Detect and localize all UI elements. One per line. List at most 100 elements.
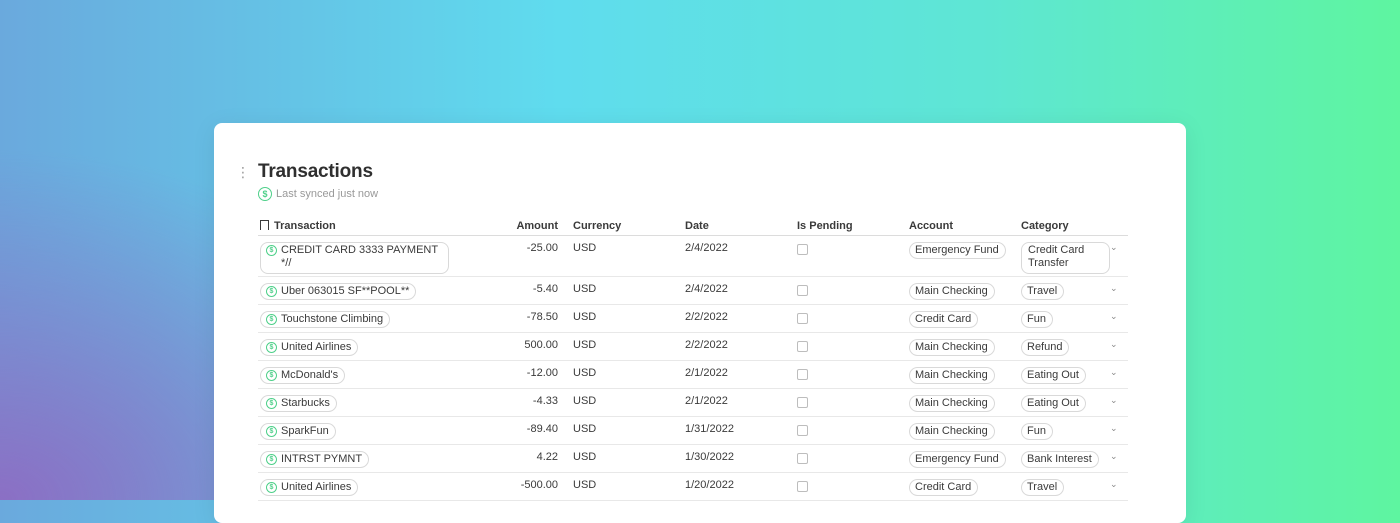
- column-header-account[interactable]: Account: [909, 220, 953, 232]
- transaction-cell[interactable]: $ Uber 063015 SF**POOL**: [260, 283, 417, 300]
- account-pill[interactable]: Credit Card: [909, 311, 979, 328]
- transaction-cell[interactable]: $ McDonald's: [260, 367, 346, 384]
- account-cell[interactable]: Main Checking: [909, 339, 995, 356]
- is-pending-checkbox[interactable]: [797, 341, 808, 352]
- account-cell[interactable]: Main Checking: [909, 423, 995, 440]
- account-pill[interactable]: Emergency Fund: [909, 451, 1006, 468]
- transaction-cell[interactable]: $ SparkFun: [260, 423, 336, 440]
- chevron-down-icon[interactable]: ⌄: [1110, 423, 1118, 434]
- table-row[interactable]: $ McDonald's -12.00 USD 2/1/2022 Main Checkin…: [258, 361, 1128, 389]
- transaction-cell[interactable]: $ United Airlines: [260, 339, 359, 356]
- sync-dollar-icon: $: [266, 245, 277, 256]
- account-cell[interactable]: Emergency Fund: [909, 451, 1006, 468]
- amount-cell: -25.00: [526, 242, 558, 254]
- transaction-cell[interactable]: $ Touchstone Climbing: [260, 311, 391, 328]
- date-cell: 2/1/2022: [685, 395, 728, 407]
- category-pill[interactable]: Refund: [1021, 339, 1070, 356]
- chevron-down-icon[interactable]: ⌄: [1110, 311, 1118, 322]
- category-pill[interactable]: Eating Out: [1021, 395, 1086, 412]
- category-cell[interactable]: Refund: [1021, 339, 1070, 356]
- column-header-category[interactable]: Category: [1021, 220, 1069, 232]
- category-cell[interactable]: Eating Out: [1021, 395, 1086, 412]
- column-header-date[interactable]: Date: [685, 220, 709, 232]
- transaction-cell[interactable]: $ CREDIT CARD 3333 PAYMENT *//: [260, 242, 449, 274]
- category-pill[interactable]: Travel: [1021, 479, 1065, 496]
- transaction-cell[interactable]: $ INTRST PYMNT: [260, 451, 370, 468]
- category-pill[interactable]: Eating Out: [1021, 367, 1086, 384]
- is-pending-checkbox[interactable]: [797, 244, 808, 255]
- account-pill[interactable]: Main Checking: [909, 283, 995, 300]
- category-pill[interactable]: Fun: [1021, 423, 1053, 440]
- category-cell[interactable]: Credit Card Transfer: [1021, 242, 1110, 274]
- transaction-pill[interactable]: $ McDonald's: [260, 367, 346, 384]
- account-pill[interactable]: Emergency Fund: [909, 242, 1006, 259]
- chevron-down-icon[interactable]: ⌄: [1110, 242, 1118, 253]
- sync-dollar-icon: $: [266, 286, 277, 297]
- transaction-pill[interactable]: $ United Airlines: [260, 339, 359, 356]
- column-header-amount[interactable]: Amount: [448, 220, 558, 232]
- category-cell[interactable]: Travel: [1021, 479, 1065, 496]
- account-pill[interactable]: Main Checking: [909, 339, 995, 356]
- sync-dollar-icon: $: [266, 370, 277, 381]
- table-row[interactable]: $ CREDIT CARD 3333 PAYMENT *// -25.00 USD 2/…: [258, 236, 1128, 277]
- transaction-pill[interactable]: $ Touchstone Climbing: [260, 311, 391, 328]
- chevron-down-icon[interactable]: ⌄: [1110, 367, 1118, 378]
- is-pending-checkbox[interactable]: [797, 313, 808, 324]
- column-header-transaction[interactable]: Transaction: [260, 220, 336, 232]
- table-row[interactable]: $ Touchstone Climbing -78.50 USD 2/2/2022 Cre…: [258, 305, 1128, 333]
- table-row[interactable]: $ United Airlines 500.00 USD 2/2/2022 Main Ch…: [258, 333, 1128, 361]
- drag-handle-icon[interactable]: ⋮: [236, 165, 250, 181]
- is-pending-checkbox[interactable]: [797, 285, 808, 296]
- column-header-is-pending[interactable]: Is Pending: [797, 220, 853, 232]
- date-cell: 2/2/2022: [685, 311, 728, 323]
- table-row[interactable]: $ Uber 063015 SF**POOL** -5.40 USD 2/4/2022 M…: [258, 277, 1128, 305]
- transaction-pill[interactable]: $ INTRST PYMNT: [260, 451, 370, 468]
- table-row[interactable]: $ INTRST PYMNT 4.22 USD 1/30/2022 Emergency F…: [258, 445, 1128, 473]
- is-pending-checkbox[interactable]: [797, 369, 808, 380]
- is-pending-checkbox[interactable]: [797, 397, 808, 408]
- account-cell[interactable]: Main Checking: [909, 367, 995, 384]
- category-pill[interactable]: Bank Interest: [1021, 451, 1099, 468]
- category-cell[interactable]: Travel: [1021, 283, 1065, 300]
- transaction-cell[interactable]: $ Starbucks: [260, 395, 337, 412]
- category-pill[interactable]: Fun: [1021, 311, 1053, 328]
- is-pending-checkbox[interactable]: [797, 425, 808, 436]
- chevron-down-icon[interactable]: ⌄: [1110, 479, 1118, 490]
- account-pill[interactable]: Main Checking: [909, 423, 995, 440]
- table-row[interactable]: $ SparkFun -89.40 USD 1/31/2022 Main Checking…: [258, 417, 1128, 445]
- category-cell[interactable]: Bank Interest: [1021, 451, 1099, 468]
- category-cell[interactable]: Fun: [1021, 423, 1053, 440]
- is-pending-cell: [797, 242, 808, 258]
- account-cell[interactable]: Credit Card: [909, 311, 979, 328]
- account-pill[interactable]: Main Checking: [909, 395, 995, 412]
- category-pill[interactable]: Travel: [1021, 283, 1065, 300]
- is-pending-checkbox[interactable]: [797, 481, 808, 492]
- transaction-pill[interactable]: $ SparkFun: [260, 423, 336, 440]
- column-header-currency[interactable]: Currency: [573, 220, 621, 232]
- transaction-cell[interactable]: $ United Airlines: [260, 479, 359, 496]
- table-row[interactable]: $ United Airlines -500.00 USD 1/20/2022 Credi…: [258, 473, 1128, 501]
- amount-cell: 500.00: [524, 339, 558, 351]
- is-pending-checkbox[interactable]: [797, 453, 808, 464]
- account-pill[interactable]: Credit Card: [909, 479, 979, 496]
- transaction-pill[interactable]: $ Uber 063015 SF**POOL**: [260, 283, 417, 300]
- chevron-down-icon[interactable]: ⌄: [1110, 451, 1118, 462]
- chevron-down-icon[interactable]: ⌄: [1110, 339, 1118, 350]
- transaction-pill[interactable]: $ CREDIT CARD 3333 PAYMENT *//: [260, 242, 449, 274]
- table-row[interactable]: $ Starbucks -4.33 USD 2/1/2022 Main Checking E…: [258, 389, 1128, 417]
- account-cell[interactable]: Main Checking: [909, 283, 995, 300]
- sync-dollar-icon: $: [266, 314, 277, 325]
- is-pending-cell: [797, 283, 808, 299]
- account-pill[interactable]: Main Checking: [909, 367, 995, 384]
- account-cell[interactable]: Main Checking: [909, 395, 995, 412]
- account-cell[interactable]: Credit Card: [909, 479, 979, 496]
- transaction-pill[interactable]: $ Starbucks: [260, 395, 337, 412]
- category-cell[interactable]: Eating Out: [1021, 367, 1086, 384]
- chevron-down-icon[interactable]: ⌄: [1110, 395, 1118, 406]
- transaction-pill[interactable]: $ United Airlines: [260, 479, 359, 496]
- account-cell[interactable]: Emergency Fund: [909, 242, 1006, 259]
- category-pill[interactable]: Credit Card Transfer: [1021, 242, 1110, 274]
- chevron-down-icon[interactable]: ⌄: [1110, 283, 1118, 294]
- is-pending-cell: [797, 451, 808, 467]
- category-cell[interactable]: Fun: [1021, 311, 1053, 328]
